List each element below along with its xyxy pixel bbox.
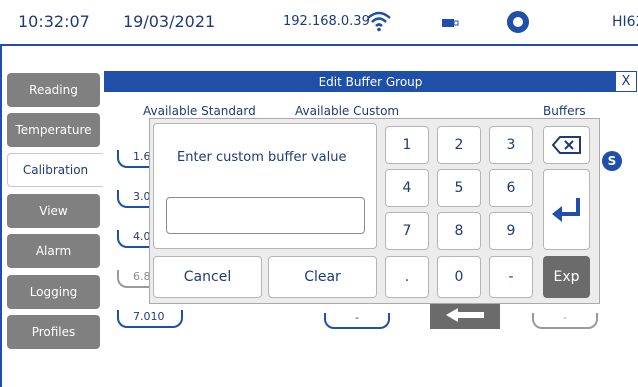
tab-alarm[interactable]: Alarm — [7, 234, 100, 268]
wifi-icon — [367, 11, 391, 32]
key-1[interactable]: 1 — [385, 126, 429, 164]
buffer-slot[interactable]: - — [532, 312, 598, 329]
close-button[interactable]: X — [615, 71, 637, 92]
key-6[interactable]: 6 — [489, 169, 533, 207]
enter-icon — [551, 197, 580, 222]
key-2[interactable]: 2 — [437, 126, 481, 164]
panel-title: Edit Buffer Group — [318, 75, 423, 89]
ip-address: 192.168.0.39 — [283, 14, 370, 29]
tab-calibration[interactable]: Calibration — [7, 153, 103, 187]
tab-label: Reading — [29, 83, 78, 97]
model-name: HI6221 — [612, 14, 638, 30]
selected-badge: S — [602, 151, 622, 171]
backspace-button[interactable] — [543, 126, 590, 164]
column-buffers: Buffers — [543, 104, 586, 118]
tab-label: View — [39, 204, 68, 218]
tab-logging[interactable]: Logging — [7, 275, 100, 309]
key-0[interactable]: 0 — [437, 256, 481, 298]
tab-label: Logging — [29, 285, 78, 299]
column-available-custom: Available Custom — [295, 104, 400, 118]
key-7[interactable]: 7 — [385, 212, 429, 250]
move-left-button[interactable] — [430, 300, 500, 329]
tab-view[interactable]: View — [7, 194, 100, 228]
tab-label: Alarm — [35, 244, 72, 258]
enter-button[interactable] — [543, 169, 590, 250]
prompt-label: Enter custom buffer value — [177, 150, 347, 165]
tab-profiles[interactable]: Profiles — [7, 315, 100, 349]
date: 19/03/2021 — [123, 12, 216, 31]
battery-icon — [442, 19, 459, 27]
tab-label: Temperature — [15, 123, 92, 137]
status-bar: 10:32:07 19/03/2021 192.168.0.39 HI6221 — [0, 0, 638, 44]
column-available-standard: Available Standard — [143, 104, 256, 118]
key-minus[interactable]: - — [489, 256, 533, 298]
tab-reading[interactable]: Reading — [7, 73, 100, 107]
tab-label: Calibration — [22, 163, 89, 177]
status-divider — [0, 44, 638, 46]
buffer-value-input[interactable] — [166, 197, 365, 234]
key-decimal[interactable]: . — [385, 256, 429, 298]
key-8[interactable]: 8 — [437, 212, 481, 250]
tab-label: Profiles — [31, 325, 76, 339]
key-3[interactable]: 3 — [489, 126, 533, 164]
cancel-button[interactable]: Cancel — [153, 256, 262, 298]
status-ring-icon — [507, 11, 529, 33]
clear-button[interactable]: Clear — [268, 256, 377, 298]
frame-border — [0, 44, 2, 387]
backspace-icon — [551, 136, 581, 154]
key-4[interactable]: 4 — [385, 169, 429, 207]
clock-time: 10:32:07 — [18, 12, 90, 31]
key-5[interactable]: 5 — [437, 169, 481, 207]
exp-button[interactable]: Exp — [543, 256, 590, 298]
custom-buffer-slot[interactable]: - — [324, 312, 390, 329]
panel-header: Edit Buffer Group X — [104, 71, 637, 92]
key-9[interactable]: 9 — [489, 212, 533, 250]
standard-buffer-item[interactable]: 7.010 — [117, 310, 183, 328]
arrow-left-icon — [446, 308, 484, 322]
tab-temperature[interactable]: Temperature — [7, 113, 100, 147]
